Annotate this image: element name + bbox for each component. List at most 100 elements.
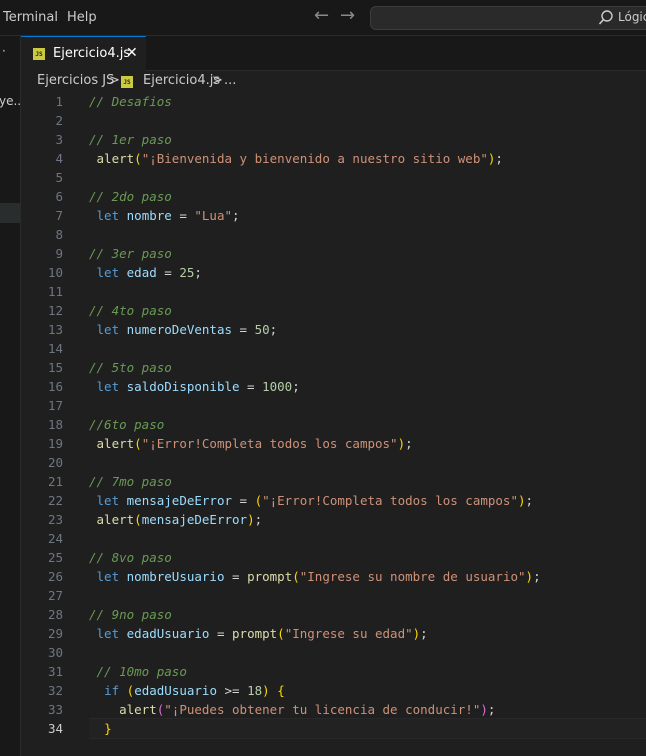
code-line[interactable]: if (edadUsuario >= 18) { xyxy=(89,681,285,700)
code-line[interactable]: let edadUsuario = prompt("Ingrese su eda… xyxy=(89,624,428,643)
code-line[interactable]: let edad = 25; xyxy=(89,263,202,282)
back-arrow-icon[interactable]: ← xyxy=(314,6,329,26)
line-number: 22 xyxy=(47,493,63,508)
line-number: 10 xyxy=(47,265,63,280)
code-token: let xyxy=(96,569,120,584)
forward-arrow-icon[interactable]: → xyxy=(340,6,355,26)
title-bar: Terminal Help ← → Lógic xyxy=(0,0,646,36)
line-number: 33 xyxy=(47,702,63,717)
line-number: 13 xyxy=(47,322,63,337)
code-token: ( xyxy=(134,512,142,527)
code-line[interactable]: let saldoDisponible = 1000; xyxy=(89,377,300,396)
code-token: // 10mo paso xyxy=(96,664,187,679)
code-line[interactable]: alert("¡Bienvenida y bienvenido a nuestr… xyxy=(89,149,503,168)
code-token: alert xyxy=(96,436,135,451)
code-line[interactable]: let numeroDeVentas = 50; xyxy=(89,320,278,339)
tab-ejercicio4[interactable]: JS Ejercicio4.js ✕ xyxy=(21,36,146,71)
code-token: saldoDisponible xyxy=(126,379,240,394)
code-line[interactable]: // 3er paso xyxy=(89,244,172,263)
code-token: nombre xyxy=(126,208,172,223)
code-line[interactable]: // 7mo paso xyxy=(89,472,172,491)
current-line-highlight xyxy=(89,718,646,739)
code-line[interactable]: // 4to paso xyxy=(89,301,172,320)
line-number: 20 xyxy=(47,455,63,470)
line-number: 7 xyxy=(55,208,63,223)
code-token: 18 xyxy=(247,683,263,698)
code-line[interactable]: // 9no paso xyxy=(89,605,172,624)
breadcrumb-more[interactable]: ... xyxy=(224,73,236,88)
code-token: ; xyxy=(533,569,541,584)
line-number: 12 xyxy=(47,303,63,318)
line-number: 16 xyxy=(47,379,63,394)
code-token: edadUsuario xyxy=(134,683,217,698)
code-token: ; xyxy=(405,436,413,451)
line-number: 5 xyxy=(55,170,63,185)
code-token: prompt xyxy=(247,569,293,584)
code-token: = xyxy=(224,569,248,584)
line-number: 29 xyxy=(47,626,63,641)
code-line[interactable]: let nombre = "Lua"; xyxy=(89,206,240,225)
code-token: numeroDeVentas xyxy=(126,322,232,337)
code-token: prompt xyxy=(232,626,278,641)
line-number: 26 xyxy=(47,569,63,584)
code-line[interactable]: // 2do paso xyxy=(89,187,172,206)
code-token: alert xyxy=(119,702,157,717)
line-number: 23 xyxy=(47,512,63,527)
code-token: ; xyxy=(420,626,428,641)
code-line[interactable]: let mensajeDeError = ("¡Error!Completa t… xyxy=(89,491,534,510)
code-token: edadUsuario xyxy=(126,626,210,641)
js-file-icon: JS xyxy=(33,48,45,60)
breadcrumb-separator: > xyxy=(109,73,120,88)
code-line[interactable]: // 8vo paso xyxy=(89,548,172,567)
command-center-search[interactable]: Lógic xyxy=(370,6,646,30)
line-number: 28 xyxy=(47,607,63,622)
code-line[interactable]: //6to paso xyxy=(89,415,164,434)
code-line[interactable]: // Desafios xyxy=(89,92,172,111)
line-number: 6 xyxy=(55,189,63,204)
code-token: let xyxy=(96,379,120,394)
code-line[interactable]: alert(mensajeDeError); xyxy=(89,510,263,529)
code-line[interactable]: let nombreUsuario = prompt("Ingrese su n… xyxy=(89,567,541,586)
code-token: // 4to paso xyxy=(89,303,172,318)
code-token: "¡Error!Completa todos los campos" xyxy=(262,493,518,508)
breadcrumb-separator: > xyxy=(212,73,223,88)
search-text: Lógic xyxy=(618,10,646,24)
code-line[interactable]: alert("¡Error!Completa todos los campos"… xyxy=(89,434,413,453)
sidebar-item-partial[interactable]: ye... xyxy=(0,94,20,108)
code-token: >= xyxy=(216,683,248,698)
sidebar-selected-row[interactable] xyxy=(0,203,20,223)
code-line[interactable]: // 10mo paso xyxy=(89,662,187,681)
code-line[interactable]: // 1er paso xyxy=(89,130,172,149)
code-token: 25 xyxy=(179,265,195,280)
breadcrumb-file[interactable]: Ejercicio4.js xyxy=(143,73,220,88)
code-line[interactable]: } xyxy=(89,719,112,738)
code-token: ; xyxy=(495,151,503,166)
menu-terminal[interactable]: Terminal xyxy=(3,10,58,25)
code-line[interactable]: // 5to paso xyxy=(89,358,172,377)
code-editor[interactable]: 1// Desafios 2 3// 1er paso 4 alert("¡Bienv… xyxy=(21,91,646,756)
line-number: 21 xyxy=(47,474,63,489)
code-token: mensajeDeError xyxy=(126,493,232,508)
line-number: 8 xyxy=(55,227,63,242)
menu-help[interactable]: Help xyxy=(67,10,97,25)
breadcrumb-folder[interactable]: Ejercicios JS xyxy=(37,73,114,88)
code-token: "¡Error!Completa todos los campos" xyxy=(141,436,398,451)
code-token: { xyxy=(277,683,285,698)
code-line[interactable]: alert("¡Puedes obtener tu licencia de co… xyxy=(89,700,495,719)
code-token: ; xyxy=(194,265,202,280)
close-icon[interactable]: ✕ xyxy=(126,43,138,63)
code-token: if xyxy=(104,683,120,698)
line-number: 19 xyxy=(47,436,63,451)
line-number: 15 xyxy=(47,360,63,375)
code-token: ; xyxy=(525,493,534,508)
